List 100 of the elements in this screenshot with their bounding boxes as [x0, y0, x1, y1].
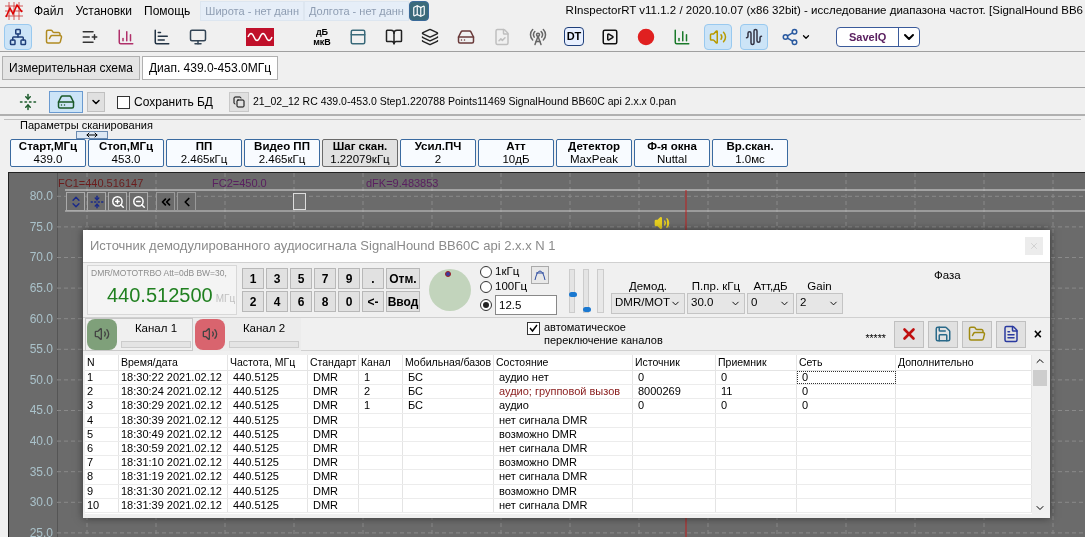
radio-label: 1кГц [495, 264, 520, 280]
table-cell-text: нет сигнала DMR [498, 470, 588, 483]
table-cell: 18:30:49 2021.02.12 [121, 427, 222, 440]
table-cell: 8 [87, 470, 94, 483]
dropdown[interactable]: 30.0 [687, 292, 745, 314]
y-axis-label: 30.0 [28, 494, 54, 512]
column-header[interactable]: Сеть [797, 355, 896, 370]
table-cell: 18:30:59 2021.02.12 [121, 441, 222, 454]
channel-label: Канал 1 [134, 321, 178, 337]
keypad-key[interactable]: 7 [314, 268, 336, 289]
y-axis-label: 35.0 [28, 463, 54, 481]
dropdown[interactable]: 0 [747, 292, 794, 314]
column-header[interactable]: Время/дата [119, 355, 228, 370]
column-header[interactable]: Состояние [494, 355, 633, 370]
scan-param-button[interactable]: Старт,МГц 439.0 [10, 139, 86, 167]
table-cell: 6 [87, 441, 94, 454]
password-mask: ***** [865, 331, 886, 347]
table-cell-text: 440.5125 [232, 470, 279, 483]
scan-param-button[interactable]: ПП 2.465кГц [166, 139, 242, 167]
table-cell-text: DMR [312, 498, 339, 511]
column-header[interactable]: Частота, МГц [228, 355, 308, 370]
save-iq-button[interactable]: SaveIQ [836, 26, 921, 47]
file-name: 21_02_12 RC 439.0-453.0 Step1.220788 Points11469 SignalHound BB60C api 2.x.x 0.pan [252, 94, 676, 110]
table-cell-text: 440.5125 [232, 498, 279, 511]
table-cell-text: 440.5125 [232, 413, 279, 426]
y-axis-label: 65.0 [28, 280, 54, 298]
table-cell-text: DMR [312, 385, 339, 398]
close-panel-button[interactable]: × [1033, 323, 1042, 345]
step-input[interactable]: 12.5 [495, 295, 557, 315]
dialog-title: Источник демодулированного аудиосигнала SignalHound BB60C api 2.x.x N 1 [90, 237, 556, 256]
y-axis-label: 45.0 [28, 402, 54, 420]
keypad-key[interactable]: 6 [290, 291, 312, 312]
keypad-key[interactable]: Отм. [386, 268, 420, 289]
dropdown[interactable]: DMR/MOT [611, 292, 685, 314]
scan-param-button[interactable]: Вр.скан. 1.0мс [712, 139, 788, 167]
scan-param-button[interactable]: Стоп,МГц 453.0 [88, 139, 164, 167]
table-cell-text: 2 [363, 385, 371, 398]
table-cell-text: нет сигнала DMR [498, 441, 588, 454]
scan-param-button[interactable]: Ф-я окна Nuttal [634, 139, 710, 167]
group-title: Параметры сканирования [18, 120, 155, 131]
table-cell-text: 0 [720, 399, 728, 412]
table-cell-text: DMR [312, 484, 339, 497]
menu-item[interactable]: Помощь [138, 2, 197, 20]
marker-label: FC1=440.516147 [58, 176, 145, 191]
table-cell-text: DMR [312, 413, 339, 426]
keypad-key[interactable]: 3 [266, 268, 288, 289]
column-header[interactable]: Канал [359, 355, 403, 370]
scan-param-button[interactable]: Детектор MaxPeak [556, 139, 632, 167]
table-cell-text: возможно DMR [498, 456, 577, 469]
table-cell-text: БС [407, 385, 424, 398]
y-axis-label: 80.0 [28, 188, 54, 206]
table-cell-text: DMR [312, 371, 339, 383]
table-cell-text: аудио нет [498, 371, 549, 383]
keypad-key[interactable]: 9 [338, 268, 360, 289]
table-cell-text: 1 [363, 371, 371, 383]
column-header[interactable]: Мобильная/базов [403, 355, 494, 370]
keypad-key[interactable]: 0 [338, 291, 360, 312]
channel-tab[interactable]: Канал 2 [193, 317, 301, 351]
table-cell-text: DMR [312, 470, 339, 483]
column-header[interactable]: Стандарт [308, 355, 359, 370]
y-axis-label: 60.0 [28, 310, 54, 328]
y-axis-label: 75.0 [28, 218, 54, 236]
keypad-key[interactable]: . [362, 268, 384, 289]
menu-item[interactable]: Файл [28, 2, 70, 20]
keypad-key[interactable]: 8 [314, 291, 336, 312]
scan-param-button[interactable]: Видео ПП 2.465кГц [244, 139, 320, 167]
channel-tab[interactable]: Канал 1 [85, 317, 193, 351]
keypad-key[interactable]: 1 [242, 268, 264, 289]
keypad-key[interactable]: Ввод [386, 291, 420, 312]
table-cell-text: DMR [312, 399, 339, 412]
dropdown[interactable]: 2 [796, 292, 843, 314]
scan-param-button[interactable]: Шаг скан. 1.22079кГц [322, 139, 398, 167]
keypad-key[interactable]: 2 [242, 291, 264, 312]
marker-label: FC2=450.0 [212, 176, 268, 191]
scan-param-button[interactable]: Атт 10дБ [478, 139, 554, 167]
table-cell-text: 440.5125 [232, 371, 279, 383]
tab[interactable]: Диап. 439.0-453.0МГц [141, 56, 278, 80]
menu-item[interactable]: Установки [69, 2, 138, 20]
table-cell-text: 0 [801, 399, 809, 412]
keypad-key[interactable]: 5 [290, 268, 312, 289]
table-cell-text: нет сигнала DMR [498, 413, 588, 426]
select-label: П.пр. кГц [691, 278, 741, 293]
phase-label: Фаза [934, 268, 961, 283]
table-cell: 5 [87, 427, 94, 440]
table-cell-text: 11 [720, 385, 733, 398]
unit-button[interactable]: дБ мкВ [308, 23, 336, 50]
checkbox-label: Сохранить БД [134, 94, 213, 111]
table-cell: 9 [87, 484, 94, 497]
keypad-key[interactable]: 4 [266, 291, 288, 312]
column-header[interactable]: N [85, 355, 119, 370]
keypad-key[interactable]: <- [362, 291, 384, 312]
column-header[interactable]: Приемник [716, 355, 797, 370]
table-cell: 18:30:24 2021.02.12 [121, 385, 222, 398]
table-cell-text: 8000269 [637, 385, 681, 398]
checkbox-label: автоматическое переключение каналов [544, 321, 664, 347]
tab[interactable]: Измерительная схема [2, 56, 140, 80]
column-header[interactable]: Источник [633, 355, 716, 370]
table-cell-text: 0 [801, 385, 809, 398]
scan-param-button[interactable]: Усил.ПЧ 2 [400, 139, 476, 167]
table-cell: 18:31:19 2021.02.12 [121, 470, 222, 483]
